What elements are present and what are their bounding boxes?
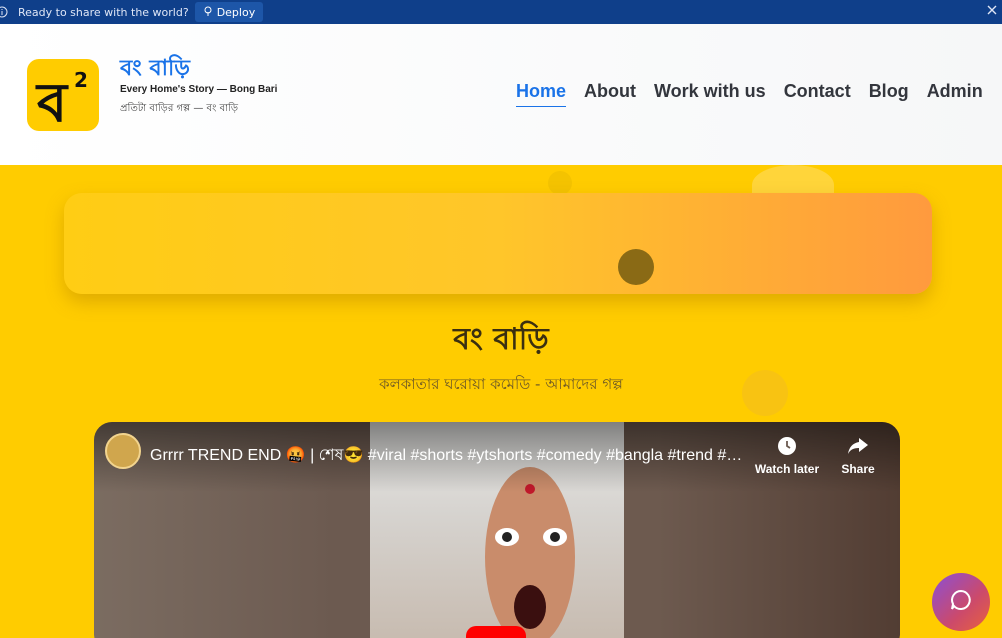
nav-about[interactable]: About (584, 81, 636, 107)
deploy-button-label: Deploy (216, 5, 256, 19)
chat-button[interactable] (932, 573, 990, 631)
close-icon[interactable] (984, 2, 1000, 18)
hero-title: বং বাড়ি (453, 322, 549, 357)
channel-avatar[interactable] (105, 433, 141, 469)
share-button[interactable]: Share (824, 434, 892, 476)
logo-letter: ব (35, 71, 69, 131)
chat-icon (949, 588, 973, 616)
video-title[interactable]: Grrrr TREND END 🤬 | শেষ😎 #viral #shorts … (150, 442, 750, 469)
watch-later-label: Watch later (754, 462, 820, 476)
main-nav: Home About Work with us Contact Blog Adm… (516, 81, 983, 107)
share-label: Share (841, 462, 875, 476)
nav-contact[interactable]: Contact (784, 81, 851, 107)
brand-subtagline: প্রতিটা বাড়ির গল্প — বং বাড়ি (120, 103, 239, 114)
video-thumbnail (485, 467, 575, 638)
watch-later-button[interactable]: Watch later (753, 434, 821, 476)
brand-tagline: Every Home's Story — Bong Bari (120, 84, 278, 95)
nav-blog[interactable]: Blog (869, 81, 909, 107)
info-icon (0, 4, 10, 20)
nav-work-with-us[interactable]: Work with us (654, 81, 766, 107)
banner-dot (618, 249, 654, 285)
deploy-icon (203, 6, 213, 19)
deploy-bar: Ready to share with the world? Deploy (0, 0, 1002, 24)
logo[interactable]: ব 2 (27, 59, 99, 131)
share-icon (824, 434, 892, 458)
hero-subtitle: কলকাতার ঘরোয়া কমেডি - আমাদের গল্প (379, 375, 623, 393)
clock-icon (753, 434, 821, 458)
hero-banner (64, 193, 932, 294)
nav-home[interactable]: Home (516, 81, 567, 107)
play-button[interactable] (466, 626, 526, 638)
video-embed[interactable]: Grrrr TREND END 🤬 | শেষ😎 #viral #shorts … (94, 422, 900, 638)
nav-admin[interactable]: Admin (927, 81, 983, 107)
site-header: ব 2 বং বাড়ি Every Home's Story — Bong B… (0, 24, 1002, 165)
brand-title[interactable]: বং বাড়ি (120, 51, 190, 88)
deploy-message: Ready to share with the world? (18, 5, 189, 19)
logo-superscript: 2 (74, 68, 88, 92)
deploy-button[interactable]: Deploy (194, 2, 264, 22)
decor-bubble (548, 171, 572, 195)
